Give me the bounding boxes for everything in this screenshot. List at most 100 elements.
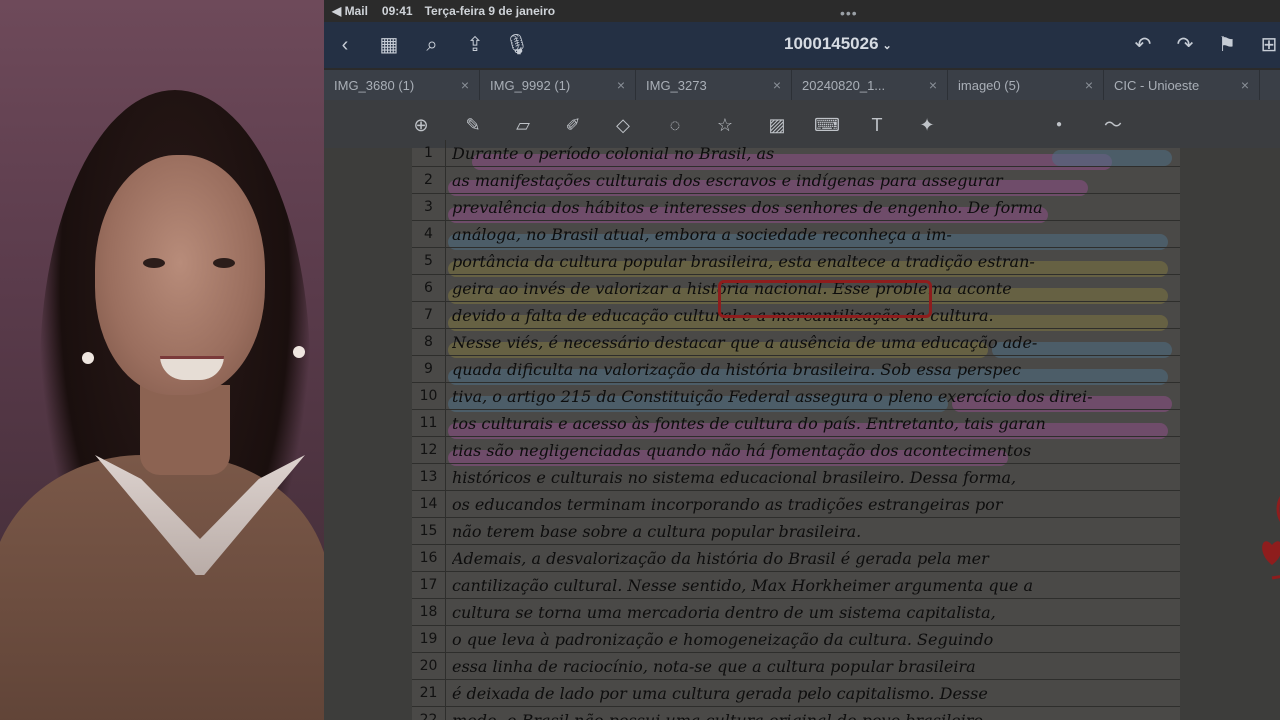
essay-sheet[interactable]: 1 Durante o período colonial no Brasil, a… — [412, 140, 1280, 720]
notes-app-screen: ◀ Mail 09:41 Terça-feira 9 de janeiro ••… — [324, 0, 1280, 720]
keyboard-icon[interactable]: ⌨ — [814, 112, 840, 138]
essay-line: 3 prevalência dos hábitos e interesses do… — [412, 194, 1180, 221]
line-number: 13 — [412, 464, 446, 491]
essay-line: 19 o que leva à padronização e homogeneiz… — [412, 626, 1180, 653]
red-circled-keyword — [718, 280, 932, 318]
document-title[interactable]: 1000145026 ⌄ — [784, 34, 892, 54]
sticker-icon[interactable]: ☆ — [712, 112, 738, 138]
multitask-dots-icon[interactable]: ••• — [840, 5, 858, 21]
handwritten-text: portância da cultura popular brasileira,… — [452, 252, 1035, 271]
tab-label: 20240820_1... — [802, 77, 886, 93]
line-number: 2 — [412, 167, 446, 194]
line-number: 17 — [412, 572, 446, 599]
laser-pointer-icon[interactable]: ✦ — [914, 112, 940, 138]
line-number: 8 — [412, 329, 446, 356]
lasso-zoom-icon[interactable]: ⊕ — [408, 112, 434, 138]
earring-right — [293, 346, 305, 358]
essay-line: 18 cultura se torna uma mercadoria dentro… — [412, 599, 1180, 626]
essay-line: 21 é deixada de lado por uma cultura gera… — [412, 680, 1180, 707]
lasso-icon[interactable]: ◌ — [662, 112, 688, 138]
status-date: Terça-feira 9 de janeiro — [424, 4, 556, 18]
presenter-neck — [140, 385, 230, 475]
text-icon[interactable]: T — [864, 112, 890, 138]
tab-label: IMG_3680 (1) — [334, 77, 415, 93]
handwritten-text: é deixada de lado por uma cultura gerada… — [452, 684, 988, 703]
back-to-mail-link[interactable]: ◀ Mail — [332, 4, 368, 18]
line-number: 22 — [412, 707, 446, 720]
bookmark-icon[interactable]: ⚑ — [1214, 32, 1240, 58]
tab-document[interactable]: image0 (5) × — [948, 70, 1104, 100]
mic-icon[interactable]: 🎙 — [504, 32, 530, 58]
essay-line: 11 tos culturais e acesso às fontes de cu… — [412, 410, 1180, 437]
handwritten-text: prevalência dos hábitos e interesses dos… — [452, 198, 1043, 217]
tab-document[interactable]: IMG_9992 (1) × — [480, 70, 636, 100]
search-icon[interactable]: ⌕ — [419, 32, 445, 58]
grid-icon[interactable]: ▦ — [376, 32, 402, 58]
presenter-eye-right — [213, 258, 235, 268]
shapes-icon[interactable]: ◇ — [610, 112, 636, 138]
line-number: 7 — [412, 302, 446, 329]
close-icon[interactable]: × — [773, 77, 781, 93]
line-number: 21 — [412, 680, 446, 707]
essay-line: 14 os educandos terminam incorporando as … — [412, 491, 1180, 518]
line-number: 19 — [412, 626, 446, 653]
essay-line: 17 cantilização cultural. Nesse sentido, … — [412, 572, 1180, 599]
tab-document[interactable]: IMG_3273 × — [636, 70, 792, 100]
close-icon[interactable]: × — [617, 77, 625, 93]
essay-line: 4 análoga, no Brasil atual, embora a soci… — [412, 221, 1180, 248]
add-page-icon[interactable]: ⊞ — [1256, 32, 1280, 58]
tab-label: IMG_9992 (1) — [490, 77, 571, 93]
essay-line: 8 Nesse viés, é necessário destacar que a… — [412, 329, 1180, 356]
line-number: 11 — [412, 410, 446, 437]
presenter-eye-left — [143, 258, 165, 268]
handwritten-text: Nesse viés, é necessário destacar que a … — [452, 333, 1038, 352]
line-number: 12 — [412, 437, 446, 464]
redo-icon[interactable]: ↷ — [1172, 32, 1198, 58]
webcam-overlay — [0, 0, 324, 720]
status-time: 09:41 — [381, 4, 413, 18]
close-icon[interactable]: × — [1085, 77, 1093, 93]
line-number: 9 — [412, 356, 446, 383]
handwritten-text: tias são negligenciadas quando não há fo… — [452, 441, 1032, 460]
close-icon[interactable]: × — [929, 77, 937, 93]
handwritten-text: Ademais, a desvalorização da história do… — [452, 549, 989, 568]
line-number: 10 — [412, 383, 446, 410]
heart-icon — [1262, 541, 1280, 565]
status-bar: ◀ Mail 09:41 Terça-feira 9 de janeiro — [324, 0, 1280, 22]
essay-line: 16 Ademais, a desvalorização da história … — [412, 545, 1180, 572]
essay-line: 22 modo, o Brasil não possui uma cultura … — [412, 707, 1180, 720]
handwritten-text: tos culturais e acesso às fontes de cult… — [452, 414, 1046, 433]
stroke-style-icon[interactable]: 〜 — [1100, 112, 1126, 138]
essay-line: 5 portância da cultura popular brasileira… — [412, 248, 1180, 275]
highlighter-icon[interactable]: ✐ — [560, 112, 586, 138]
handwritten-text: o que leva à padronização e homogeneizaç… — [452, 630, 994, 649]
essay-line: 15 não terem base sobre a cultura popular… — [412, 518, 1180, 545]
undo-icon[interactable]: ↶ — [1130, 32, 1156, 58]
handwritten-text: históricos e culturais no sistema educac… — [452, 468, 1017, 487]
handwritten-text: modo, o Brasil não possui uma cultura or… — [452, 709, 1172, 720]
eraser-icon[interactable]: ▱ — [510, 112, 536, 138]
close-icon[interactable]: × — [461, 77, 469, 93]
handwritten-text: quada dificulta na valorização da histór… — [452, 360, 1022, 379]
essay-lines: 1 Durante o período colonial no Brasil, a… — [412, 140, 1180, 720]
stroke-size-dot-icon[interactable]: ● — [1046, 112, 1072, 138]
line-number: 5 — [412, 248, 446, 275]
handwritten-text: Durante o período colonial no Brasil, as — [452, 144, 775, 163]
tab-document[interactable]: IMG_3680 (1) × — [324, 70, 480, 100]
handwritten-text: tiva, o artigo 215 da Constituição Feder… — [452, 387, 1093, 406]
line-number: 20 — [412, 653, 446, 680]
essay-line: 9 quada dificulta na valorização da histó… — [412, 356, 1180, 383]
document-title-text: 1000145026 — [784, 34, 879, 53]
line-number: 18 — [412, 599, 446, 626]
handwritten-text: cultura se torna uma mercadoria dentro d… — [452, 603, 996, 622]
line-number: 16 — [412, 545, 446, 572]
chevron-left-icon[interactable]: ‹ — [332, 32, 358, 58]
pen-icon[interactable]: ✎ — [460, 112, 486, 138]
essay-line: 10 tiva, o artigo 215 da Constituição Fed… — [412, 383, 1180, 410]
close-icon[interactable]: × — [1241, 77, 1249, 93]
share-icon[interactable]: ⇪ — [462, 32, 488, 58]
image-icon[interactable]: ▨ — [764, 112, 790, 138]
tab-document-active[interactable]: CIC - Unioeste × — [1104, 70, 1260, 100]
line-number: 4 — [412, 221, 446, 248]
tab-document[interactable]: 20240820_1... × — [792, 70, 948, 100]
